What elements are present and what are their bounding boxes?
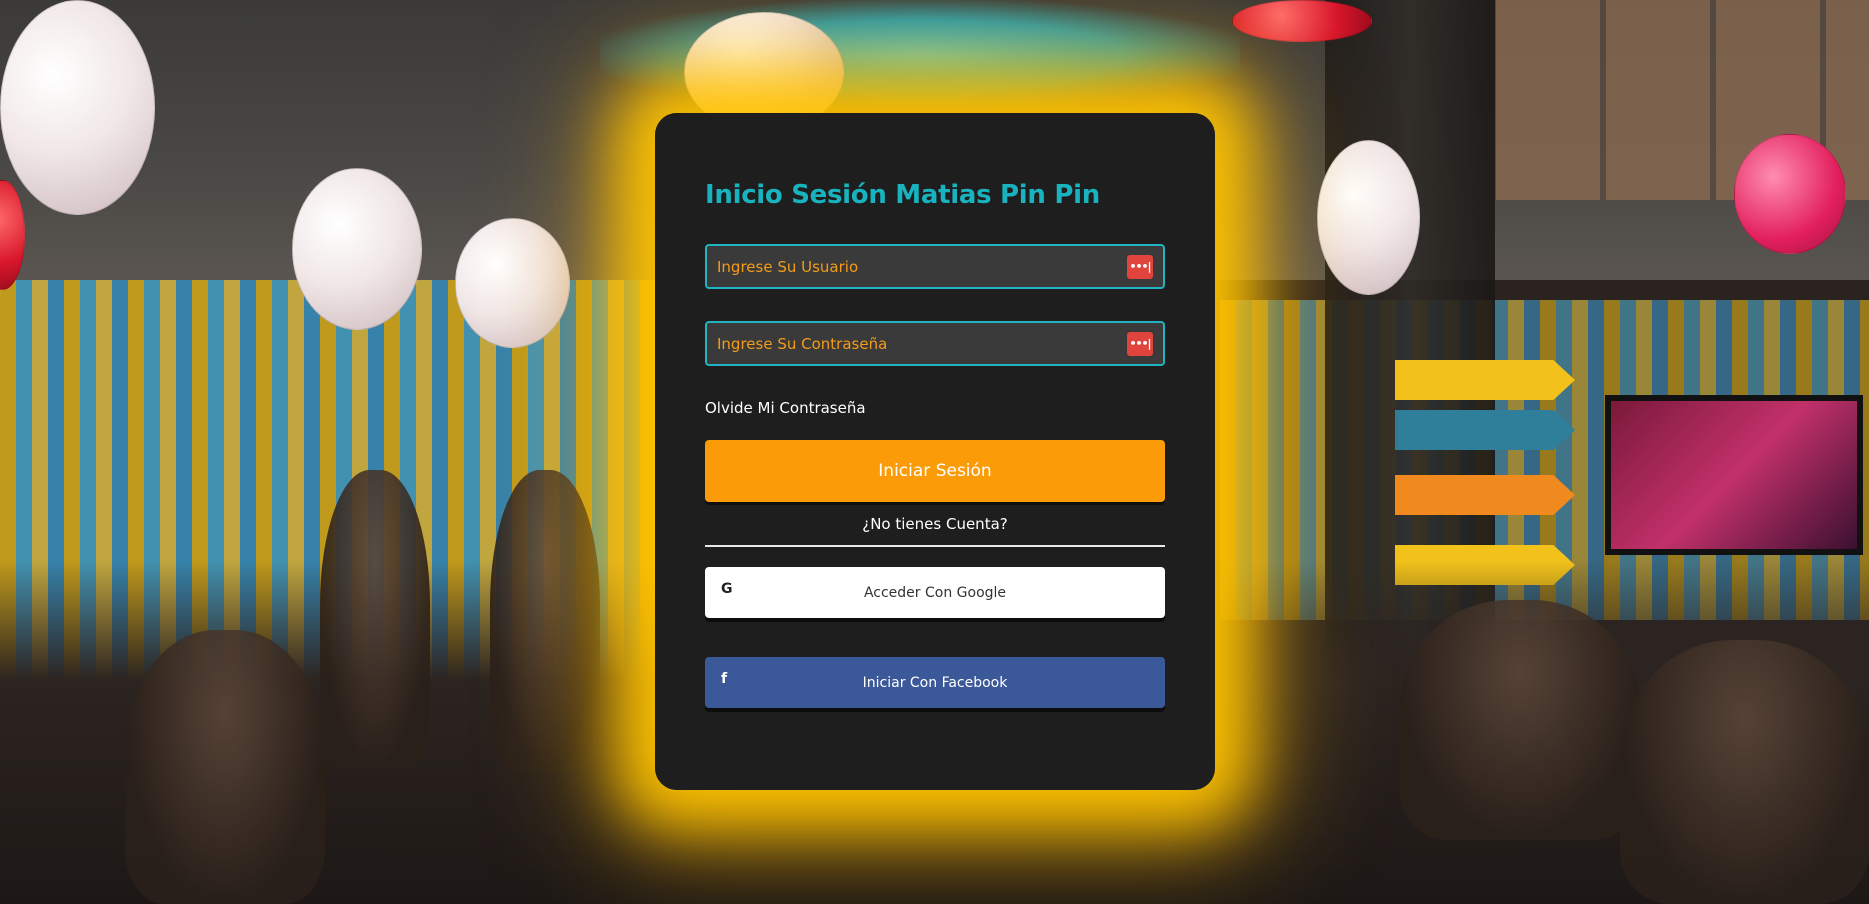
divider xyxy=(705,545,1165,547)
background-balloon xyxy=(1734,134,1846,254)
google-login-button[interactable]: G Acceder Con Google xyxy=(705,567,1165,618)
password-manager-icon[interactable]: •••| xyxy=(1127,331,1153,356)
background-balloon xyxy=(0,0,155,215)
facebook-icon: f xyxy=(721,671,728,687)
password-field[interactable]: •••| xyxy=(705,321,1165,366)
google-login-label: Acceder Con Google xyxy=(863,584,1007,601)
page-title: Inicio Sesión Matias Pin Pin xyxy=(705,180,1100,210)
background-person xyxy=(1620,640,1869,904)
background-person xyxy=(490,470,600,770)
background-person xyxy=(1400,600,1640,840)
facebook-login-label: Iniciar Con Facebook xyxy=(862,674,1008,691)
background-balloon xyxy=(292,168,422,330)
background-signpost xyxy=(1395,360,1575,400)
login-card: Inicio Sesión Matias Pin Pin •••| •••| O… xyxy=(655,113,1215,790)
background-person xyxy=(125,630,325,904)
password-input[interactable] xyxy=(717,334,1127,353)
login-button[interactable]: Iniciar Sesión xyxy=(705,440,1165,502)
facebook-login-button[interactable]: f Iniciar Con Facebook xyxy=(705,657,1165,708)
background-signpost xyxy=(1395,475,1575,515)
password-manager-icon[interactable]: •••| xyxy=(1127,254,1153,279)
background-tv xyxy=(1605,395,1863,555)
background-balloon xyxy=(1232,0,1372,42)
background-balloon xyxy=(455,218,570,348)
background-person xyxy=(320,470,430,770)
username-field[interactable]: •••| xyxy=(705,244,1165,289)
register-link[interactable]: ¿No tienes Cuenta? xyxy=(705,515,1165,533)
background-balloon xyxy=(1317,140,1420,295)
forgot-password-link[interactable]: Olvide Mi Contraseña xyxy=(705,399,866,417)
background-signpost xyxy=(1395,410,1575,450)
google-icon: G xyxy=(721,581,733,597)
username-input[interactable] xyxy=(717,257,1127,276)
